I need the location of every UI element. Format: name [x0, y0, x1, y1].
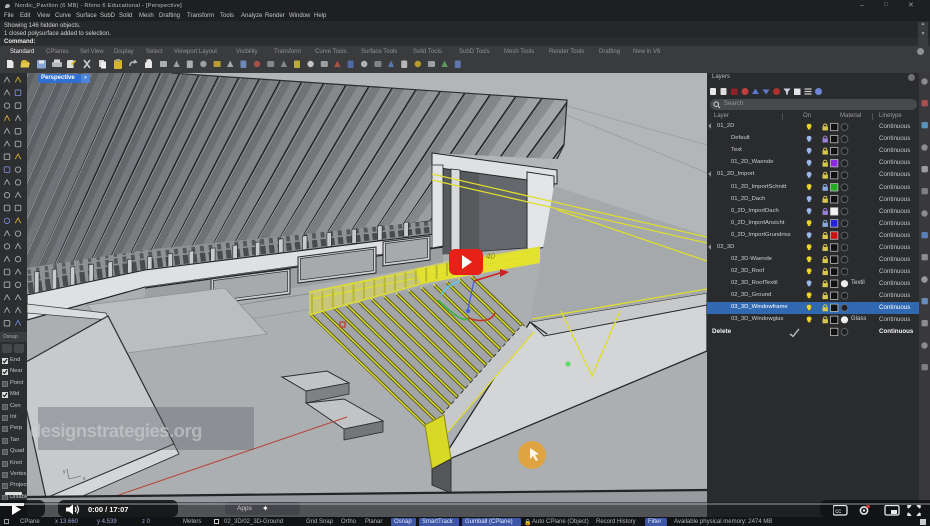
svg-text:cc: cc	[835, 509, 841, 515]
svg-text:designstrategies.org: designstrategies.org	[30, 420, 202, 441]
